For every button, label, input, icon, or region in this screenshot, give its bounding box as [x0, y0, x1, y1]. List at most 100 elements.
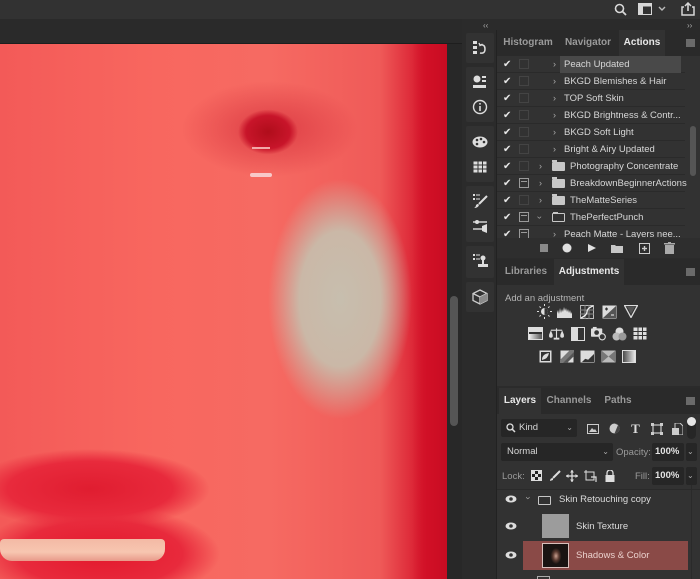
exposure-icon[interactable] [602, 304, 617, 319]
fill-input[interactable]: 100% [652, 467, 684, 485]
filter-pixel-icon[interactable] [585, 421, 600, 436]
collapse-panels-icon[interactable]: ›› [687, 21, 692, 30]
chevron-right-icon[interactable]: › [553, 90, 556, 107]
selective-color-icon[interactable] [601, 349, 616, 364]
action-set-row[interactable]: ✔ › BreakdownBeginnerActions [497, 175, 687, 192]
action-set-row[interactable]: ✔ › ThePerfectPunch [497, 209, 685, 226]
filter-adjustment-icon[interactable] [607, 421, 622, 436]
action-row[interactable]: ✔ › TOP Soft Skin [497, 90, 685, 107]
chevron-right-icon[interactable]: › [553, 141, 556, 158]
play-icon[interactable] [585, 241, 599, 255]
info-icon[interactable] [470, 97, 490, 117]
chevron-down-icon[interactable] [657, 1, 667, 17]
dialog-toggle[interactable] [519, 195, 529, 205]
layer-row-selected[interactable]: Shadows & Color [523, 541, 688, 570]
visibility-eye-icon[interactable] [505, 551, 517, 559]
chevron-right-icon[interactable]: › [539, 175, 542, 192]
check-icon[interactable]: ✔ [503, 56, 511, 73]
dialog-toggle[interactable] [519, 161, 529, 171]
check-icon[interactable]: ✔ [503, 209, 511, 226]
new-set-icon[interactable] [610, 241, 624, 255]
color-balance-icon[interactable] [549, 326, 564, 341]
chevron-right-icon[interactable]: › [553, 73, 556, 90]
chevron-right-icon[interactable]: › [553, 107, 556, 124]
tab-histogram[interactable]: Histogram [499, 30, 557, 56]
layers-scroll-track[interactable] [691, 485, 692, 579]
canvas-vertical-scrollbar[interactable] [450, 296, 458, 426]
layer-group-row[interactable]: › Skin Retouching copy [497, 485, 700, 515]
action-row[interactable]: ✔ › BKGD Soft Light [497, 124, 685, 141]
blend-mode-dropdown[interactable]: Normal ⌄ [501, 443, 613, 461]
check-icon[interactable]: ✔ [503, 141, 511, 158]
chevron-right-icon[interactable]: › [539, 158, 542, 175]
share-icon[interactable] [680, 1, 696, 17]
filter-type-icon[interactable]: T [628, 421, 643, 436]
dialog-toggle[interactable] [519, 178, 529, 188]
action-row[interactable]: ✔ › BKGD Blemishes & Hair [497, 73, 685, 90]
check-icon[interactable]: ✔ [503, 158, 511, 175]
lock-position-icon[interactable] [564, 468, 579, 483]
clone-source-icon[interactable] [470, 251, 490, 271]
tab-libraries[interactable]: Libraries [499, 259, 553, 285]
tab-paths[interactable]: Paths [597, 388, 639, 414]
document-canvas-image[interactable] [0, 44, 447, 579]
channel-mixer-icon[interactable] [612, 326, 627, 341]
filter-toggle[interactable] [687, 417, 696, 439]
posterize-icon[interactable] [559, 349, 574, 364]
check-icon[interactable]: ✔ [503, 90, 511, 107]
properties-icon[interactable] [470, 72, 490, 92]
lock-pixels-icon[interactable] [547, 468, 562, 483]
brush-presets-icon[interactable] [470, 191, 490, 211]
delete-icon[interactable] [662, 241, 676, 255]
action-row[interactable]: ✔ › Peach Updated [497, 56, 685, 73]
check-icon[interactable]: ✔ [503, 107, 511, 124]
chevron-right-icon[interactable]: › [553, 56, 556, 73]
black-white-icon[interactable] [570, 326, 585, 341]
vibrance-icon[interactable] [623, 304, 638, 319]
action-row[interactable]: ✔ › BKGD Brightness & Contr... [497, 107, 685, 124]
dialog-toggle[interactable] [519, 144, 529, 154]
color-lookup-icon[interactable] [632, 326, 647, 341]
3d-icon[interactable] [470, 287, 490, 307]
tab-navigator[interactable]: Navigator [559, 30, 617, 56]
threshold-icon[interactable] [580, 349, 595, 364]
record-icon[interactable] [560, 241, 574, 255]
lock-artboard-icon[interactable] [583, 468, 598, 483]
grid-icon[interactable] [470, 157, 490, 177]
stop-icon[interactable] [537, 241, 551, 255]
hue-saturation-icon[interactable] [528, 326, 543, 341]
panel-menu-icon[interactable] [686, 39, 695, 47]
chevron-down-icon[interactable]: › [531, 216, 548, 219]
brush-settings-icon[interactable] [470, 216, 490, 236]
check-icon[interactable]: ✔ [503, 175, 511, 192]
layer-filter-dropdown[interactable]: Kind ⌄ [501, 419, 577, 437]
new-action-icon[interactable] [637, 241, 651, 255]
actions-scrollbar[interactable] [690, 126, 696, 176]
panel-menu-icon[interactable] [686, 397, 695, 405]
collapse-toolstrip-icon[interactable]: ‹‹ [483, 21, 488, 30]
dialog-toggle[interactable] [519, 110, 529, 120]
opacity-dropdown-button[interactable]: ⌄ [686, 443, 697, 461]
check-icon[interactable]: ✔ [503, 192, 511, 209]
gradient-map-icon[interactable] [621, 349, 636, 364]
action-set-row[interactable]: ✔ › Photography Concentrate [497, 158, 685, 175]
lock-transparent-icon[interactable] [529, 468, 544, 483]
chevron-right-icon[interactable]: › [553, 124, 556, 141]
photo-filter-icon[interactable] [591, 326, 606, 341]
visibility-eye-icon[interactable] [505, 522, 517, 530]
filter-smart-object-icon[interactable] [670, 421, 685, 436]
history-icon[interactable] [470, 38, 490, 58]
opacity-input[interactable]: 100% [652, 443, 684, 461]
filter-shape-icon[interactable] [649, 421, 664, 436]
tab-actions[interactable]: Actions [619, 30, 665, 56]
check-icon[interactable]: ✔ [503, 124, 511, 141]
action-row[interactable]: ✔ › Bright & Airy Updated [497, 141, 685, 158]
fill-dropdown-button[interactable]: ⌄ [686, 467, 697, 485]
dialog-toggle[interactable] [519, 59, 529, 69]
chevron-down-icon[interactable]: › [524, 497, 534, 500]
layer-row[interactable]: Skin Texture [497, 512, 700, 540]
check-icon[interactable]: ✔ [503, 73, 511, 90]
lock-all-icon[interactable] [602, 468, 617, 483]
brightness-contrast-icon[interactable] [537, 304, 552, 319]
swatches-icon[interactable] [470, 132, 490, 152]
